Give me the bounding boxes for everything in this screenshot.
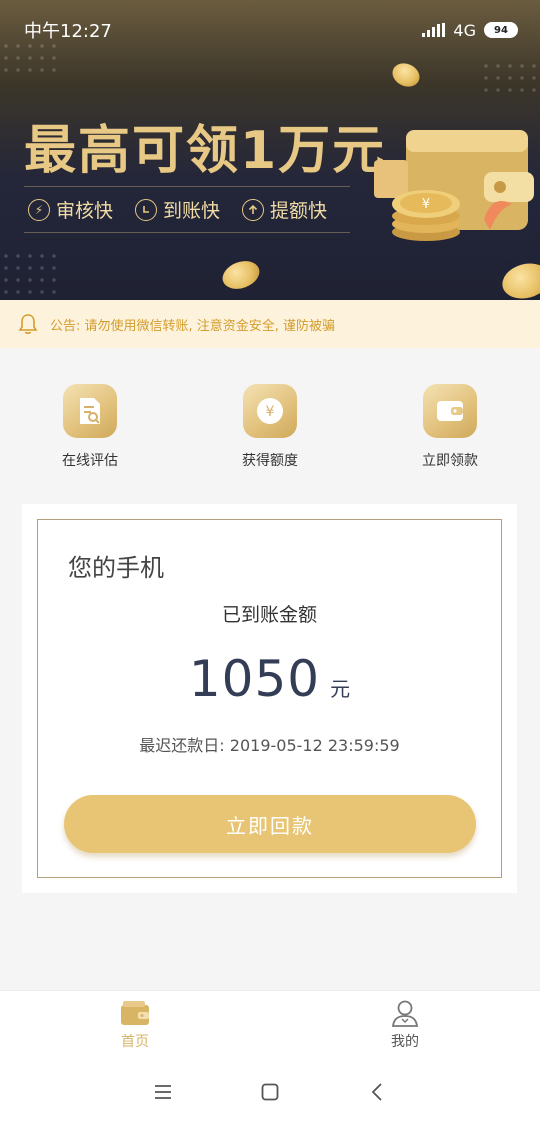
- amount-row: 1050 元: [38, 650, 501, 708]
- notice-bar[interactable]: 公告: 请勿使用微信转账, 注意资金安全, 谨防被骗: [0, 300, 540, 348]
- battery-icon: 94: [484, 22, 518, 38]
- arrow-up-icon: [242, 198, 265, 221]
- battery-level: 94: [494, 24, 508, 36]
- due-date-row: 最迟还款日: 2019-05-12 23:59:59: [38, 732, 501, 756]
- notice-text: 公告: 请勿使用微信转账, 注意资金安全, 谨防被骗: [50, 318, 336, 334]
- repay-button[interactable]: 立即回款: [64, 795, 476, 853]
- divider: [24, 232, 350, 233]
- coin-icon: [218, 256, 264, 294]
- promo-banner[interactable]: 中午12:27 4G 94 最高可领1万元 ⚡ 审核快 到账快 提额快 ¥: [0, 0, 540, 300]
- document-search-icon: [63, 384, 117, 438]
- wallet-icon: [121, 1001, 149, 1025]
- svg-text:¥: ¥: [422, 197, 430, 212]
- feature-item: 提额快: [242, 196, 327, 223]
- action-online-assessment[interactable]: 在线评估: [0, 384, 180, 470]
- status-bar: 中午12:27 4G 94: [0, 0, 540, 60]
- action-label: 获得额度: [242, 453, 298, 469]
- back-button[interactable]: [357, 1072, 397, 1112]
- system-nav-bar: [0, 1060, 540, 1124]
- amount-unit: 元: [330, 677, 351, 701]
- bottom-tab-bar: 首页 我的: [0, 990, 540, 1060]
- home-button[interactable]: [250, 1072, 290, 1112]
- lightning-icon: ⚡: [28, 198, 50, 221]
- feature-label: 提额快: [270, 200, 328, 222]
- action-label: 在线评估: [62, 453, 118, 469]
- wallet-icon: [423, 384, 477, 438]
- network-type: 4G: [453, 20, 476, 40]
- tab-label: 首页: [121, 1034, 149, 1050]
- menu-icon: [155, 1085, 172, 1099]
- banner-headline: 最高可领1万元: [24, 121, 387, 181]
- tab-mine[interactable]: 我的: [270, 991, 540, 1060]
- wallet-coins-illustration: ¥: [374, 130, 534, 241]
- loan-card-frame: 您的手机 已到账金额 1050 元 最迟还款日: 2019-05-12 23:59…: [37, 519, 502, 878]
- status-time: 中午12:27: [24, 21, 112, 42]
- due-label: 最迟还款日:: [139, 736, 225, 755]
- tab-home[interactable]: 首页: [0, 991, 270, 1060]
- yuan-coin-icon: ¥: [243, 384, 297, 438]
- feature-row: ⚡ 审核快 到账快 提额快: [28, 196, 327, 223]
- home-square-icon: [261, 1083, 279, 1101]
- due-date: 2019-05-12 23:59:59: [229, 736, 400, 755]
- action-label: 立即领款: [422, 453, 478, 469]
- action-claim-now[interactable]: 立即领款: [360, 384, 540, 470]
- menu-button[interactable]: [143, 1072, 183, 1112]
- tab-label: 我的: [391, 1034, 419, 1050]
- feature-item: ⚡ 审核快: [28, 196, 113, 223]
- back-icon: [371, 1083, 382, 1101]
- action-get-credit[interactable]: ¥ 获得额度: [180, 384, 360, 470]
- bell-icon: [18, 314, 38, 334]
- divider: [24, 186, 350, 187]
- loan-card: 您的手机 已到账金额 1050 元 最迟还款日: 2019-05-12 23:59…: [22, 504, 517, 893]
- svg-text:¥: ¥: [266, 404, 275, 420]
- feature-label: 审核快: [56, 200, 114, 222]
- decorative-dots: [0, 250, 60, 300]
- card-subtitle: 已到账金额: [221, 604, 317, 626]
- quick-actions: 在线评估 ¥ 获得额度 立即领款: [0, 384, 540, 470]
- card-title: 您的手机: [68, 554, 164, 582]
- coin-icon: [498, 258, 540, 300]
- user-icon: [391, 1000, 419, 1027]
- signal-icon: [422, 23, 446, 37]
- feature-item: 到账快: [135, 196, 220, 223]
- clock-icon: [135, 198, 158, 221]
- decorative-dots: [480, 60, 540, 100]
- amount-value: 1050: [188, 650, 321, 708]
- coin-icon: [388, 59, 424, 91]
- feature-label: 到账快: [163, 200, 221, 222]
